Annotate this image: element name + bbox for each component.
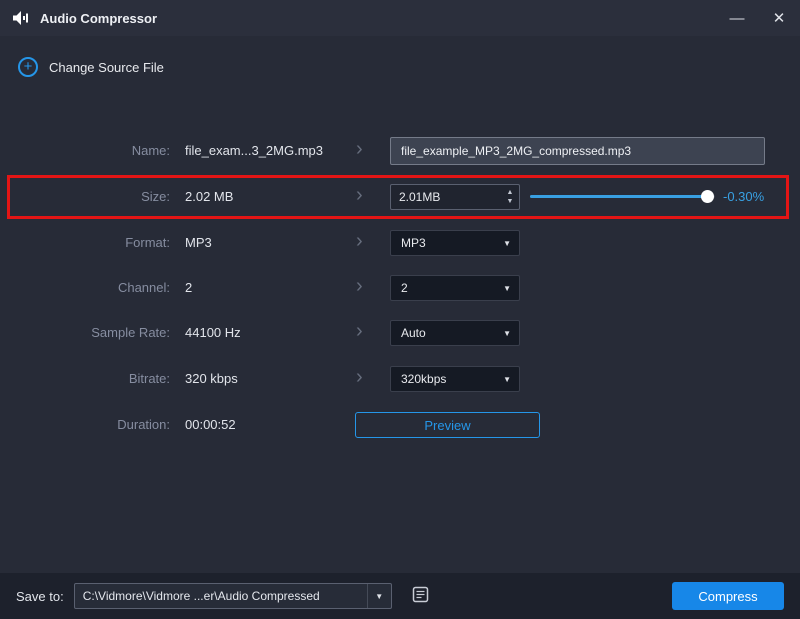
spin-up-icon[interactable]: ▲ xyxy=(507,189,514,196)
format-value: MP3 xyxy=(185,228,212,258)
size-slider[interactable] xyxy=(530,182,715,212)
close-button[interactable]: ✕ xyxy=(758,0,800,36)
chevron-right-icon: › xyxy=(356,273,363,300)
bitrate-dropdown[interactable]: 320kbps ▼ xyxy=(390,366,520,392)
chevron-right-icon: › xyxy=(356,318,363,345)
sample-rate-dropdown-value: Auto xyxy=(391,326,503,340)
spinner-arrows: ▲ ▼ xyxy=(501,185,519,209)
chevron-right-icon: › xyxy=(356,136,363,163)
channel-dropdown-value: 2 xyxy=(391,281,503,295)
footer-bar: Save to: C:\Vidmore\Vidmore ...er\Audio … xyxy=(0,573,800,619)
audio-compressor-window: Audio Compressor — ✕ + Change Source Fil… xyxy=(0,0,800,619)
compress-button[interactable]: Compress xyxy=(672,582,784,610)
format-label: Format: xyxy=(125,228,170,258)
spin-down-icon[interactable]: ▼ xyxy=(507,198,514,205)
dropdown-arrow-icon: ▼ xyxy=(503,329,519,338)
row-duration: Duration: 00:00:52 Preview xyxy=(0,410,800,440)
name-value: file_exam...3_2MG.mp3 xyxy=(185,136,323,166)
minimize-button[interactable]: — xyxy=(716,0,758,36)
chevron-right-icon: › xyxy=(356,364,363,391)
row-channel: Channel: 2 › 2 ▼ xyxy=(0,273,800,303)
duration-value: 00:00:52 xyxy=(185,410,236,440)
chevron-right-icon: › xyxy=(356,182,363,209)
slider-handle[interactable] xyxy=(701,190,714,203)
row-size: Size: 2.02 MB › 2.01MB ▲ ▼ -0.30% xyxy=(0,182,800,212)
dropdown-arrow-icon[interactable]: ▼ xyxy=(367,584,391,608)
row-format: Format: MP3 › MP3 ▼ xyxy=(0,228,800,258)
chevron-right-icon: › xyxy=(356,228,363,255)
row-bitrate: Bitrate: 320 kbps › 320kbps ▼ xyxy=(0,364,800,394)
output-name-input[interactable] xyxy=(390,137,765,165)
speaker-icon xyxy=(13,11,30,25)
size-reduction-percent: -0.30% xyxy=(723,182,764,212)
slider-fill xyxy=(530,195,708,198)
save-path-combo[interactable]: C:\Vidmore\Vidmore ...er\Audio Compresse… xyxy=(74,583,392,609)
name-label: Name: xyxy=(132,136,170,166)
format-dropdown[interactable]: MP3 ▼ xyxy=(390,230,520,256)
sample-rate-dropdown[interactable]: Auto ▼ xyxy=(390,320,520,346)
dropdown-arrow-icon: ▼ xyxy=(503,375,519,384)
bitrate-value: 320 kbps xyxy=(185,364,238,394)
target-size-value: 2.01MB xyxy=(391,190,501,204)
bitrate-label: Bitrate: xyxy=(129,364,170,394)
dropdown-arrow-icon: ▼ xyxy=(503,284,519,293)
sample-rate-label: Sample Rate: xyxy=(91,318,170,348)
duration-label: Duration: xyxy=(117,410,170,440)
preview-button[interactable]: Preview xyxy=(355,412,540,438)
dropdown-arrow-icon: ▼ xyxy=(503,239,519,248)
size-label: Size: xyxy=(141,182,170,212)
save-to-label: Save to: xyxy=(16,589,64,604)
format-dropdown-value: MP3 xyxy=(391,236,503,250)
open-folder-icon xyxy=(412,586,432,607)
change-source-file-label: Change Source File xyxy=(49,60,164,75)
channel-dropdown[interactable]: 2 ▼ xyxy=(390,275,520,301)
change-source-file-button[interactable]: + Change Source File xyxy=(18,57,164,77)
row-name: Name: file_exam...3_2MG.mp3 › xyxy=(0,136,800,166)
sample-rate-value: 44100 Hz xyxy=(185,318,241,348)
channel-label: Channel: xyxy=(118,273,170,303)
browse-folder-button[interactable] xyxy=(408,583,436,609)
size-value: 2.02 MB xyxy=(185,182,233,212)
titlebar: Audio Compressor — ✕ xyxy=(0,0,800,36)
window-controls: — ✕ xyxy=(716,0,800,36)
plus-circle-icon: + xyxy=(18,57,38,77)
slider-track xyxy=(530,195,715,198)
row-sample-rate: Sample Rate: 44100 Hz › Auto ▼ xyxy=(0,318,800,348)
target-size-spinner[interactable]: 2.01MB ▲ ▼ xyxy=(390,184,520,210)
window-title: Audio Compressor xyxy=(40,11,157,26)
save-path-value: C:\Vidmore\Vidmore ...er\Audio Compresse… xyxy=(75,589,367,603)
bitrate-dropdown-value: 320kbps xyxy=(391,372,503,386)
channel-value: 2 xyxy=(185,273,192,303)
